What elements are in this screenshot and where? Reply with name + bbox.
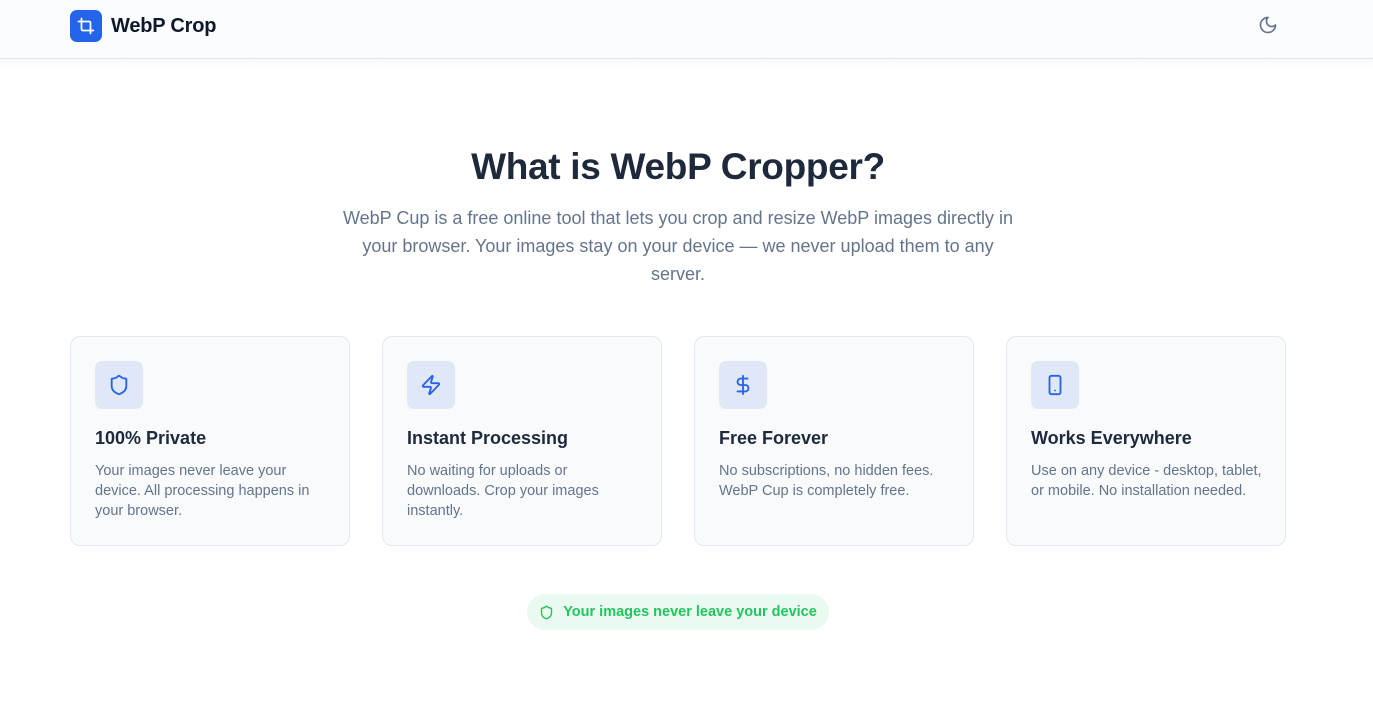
feature-text: Use on any device - desktop, tablet, or … [1031, 463, 1262, 499]
zap-icon [407, 361, 455, 409]
hero-description: WebP Cup is a free online tool that lets… [342, 208, 1014, 284]
shield-icon [95, 361, 143, 409]
crop-icon [70, 10, 102, 42]
theme-toggle-button[interactable] [1252, 10, 1284, 42]
dollar-icon [719, 361, 767, 409]
privacy-badge: Your images never leave your device [527, 594, 829, 630]
feature-text: No waiting for uploads or downloads. Cro… [407, 463, 599, 519]
app-name: WebP Crop [111, 14, 217, 37]
feature-title: Instant Processing [407, 428, 569, 448]
feature-card-free: Free Forever No subscriptions, no hidden… [694, 336, 974, 546]
shield-icon [539, 605, 563, 620]
feature-card-instant: Instant Processing No waiting for upload… [382, 336, 662, 546]
site-header: WebP Crop [0, 0, 1373, 59]
feature-text: No subscriptions, no hidden fees. WebP C… [719, 463, 934, 499]
header-shadow [0, 59, 1373, 67]
feature-card-everywhere: Works Everywhere Use on any device - des… [1006, 336, 1286, 546]
feature-title: Works Everywhere [1031, 428, 1192, 448]
feature-title: Free Forever [719, 428, 829, 448]
feature-card-private: 100% Private Your images never leave you… [70, 336, 350, 546]
tablet-icon [1031, 361, 1079, 409]
feature-text: Your images never leave your device. All… [95, 463, 310, 519]
logo-link[interactable]: WebP Crop [70, 10, 216, 42]
feature-title: 100% Private [95, 428, 207, 448]
page-title: What is WebP Cropper? [471, 146, 885, 187]
moon-icon [1258, 15, 1278, 38]
privacy-badge-text: Your images never leave your device [563, 604, 817, 620]
